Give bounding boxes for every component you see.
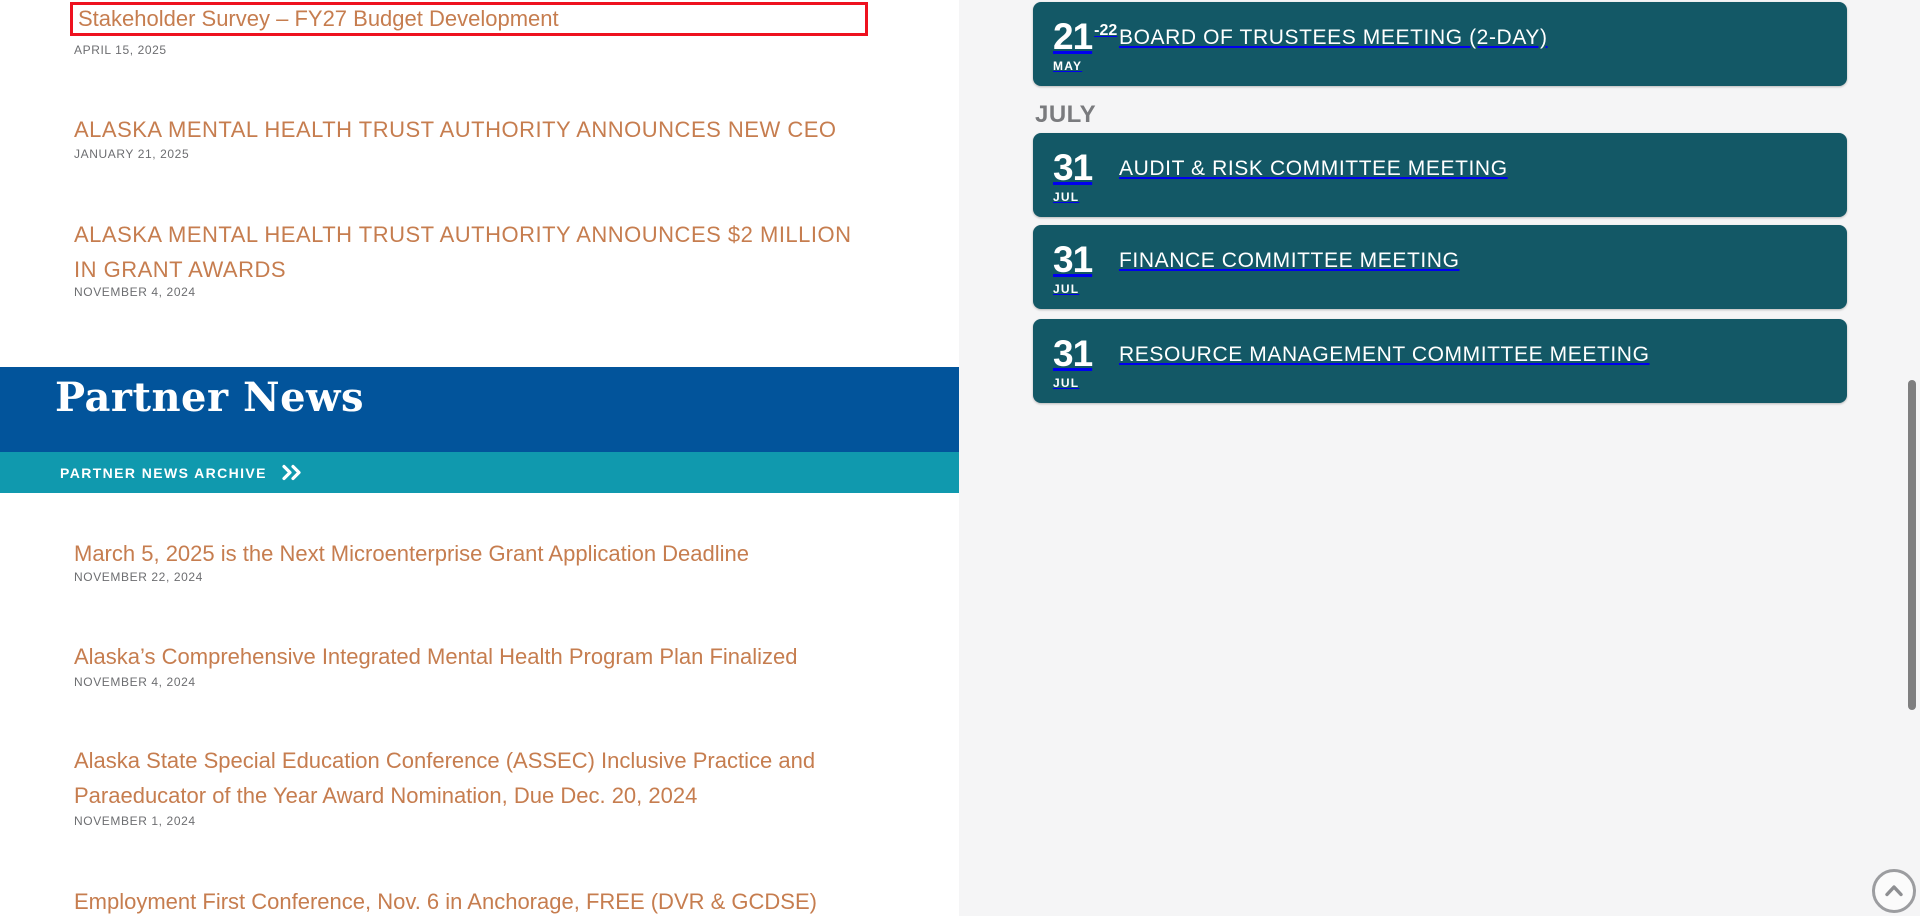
event-day: 31 [1053,244,1092,275]
events-month-heading: JULY [1035,101,1096,129]
trust-news-link-1[interactable]: ALASKA MENTAL HEALTH TRUST AUTHORITY ANN… [74,112,884,147]
event-month: JUL [1053,282,1105,296]
event-title: FINANCE COMMITTEE MEETING [1119,249,1460,273]
page: Stakeholder Survey – FY27 Budget Develop… [0,0,1920,916]
event-card-finance-committee[interactable]: 31 JUL FINANCE COMMITTEE MEETING [1033,225,1847,309]
vertical-scrollbar-thumb[interactable] [1908,380,1916,710]
event-card-resource-management-committee[interactable]: 31 JUL RESOURCE MANAGEMENT COMMITTEE MEE… [1033,319,1847,403]
event-month: JUL [1053,376,1105,390]
event-date-block: 31 JUL [1053,152,1105,204]
partner-news-banner: Partner News [0,367,959,452]
event-day: 31 [1053,152,1092,183]
partner-news-archive-link[interactable]: PARTNER NEWS ARCHIVE [0,452,959,493]
trust-news-date-2: NOVEMBER 4, 2024 [74,285,196,299]
partner-news-date-2: NOVEMBER 1, 2024 [74,814,196,828]
event-card-board-of-trustees[interactable]: 21 -22 MAY BOARD OF TRUSTEES MEETING (2-… [1033,2,1847,86]
highlighted-link-outline: Stakeholder Survey – FY27 Budget Develop… [70,2,868,36]
event-title: BOARD OF TRUSTEES MEETING (2-DAY) [1119,26,1548,50]
partner-news-link-0[interactable]: March 5, 2025 is the Next Microenterpris… [74,536,874,571]
partner-news-date-0: NOVEMBER 22, 2024 [74,570,203,584]
partner-news-archive-label: PARTNER NEWS ARCHIVE [60,465,267,481]
chevron-up-icon [1881,878,1907,904]
trust-news-link-2[interactable]: ALASKA MENTAL HEALTH TRUST AUTHORITY ANN… [74,217,874,287]
event-month: MAY [1053,59,1105,73]
partner-news-link-1[interactable]: Alaska’s Comprehensive Integrated Mental… [74,639,874,674]
event-date-block: 31 JUL [1053,244,1105,296]
double-chevron-right-icon [281,464,303,481]
event-card-audit-risk-committee[interactable]: 31 JUL AUDIT & RISK COMMITTEE MEETING [1033,133,1847,217]
partner-news-link-3[interactable]: Employment First Conference, Nov. 6 in A… [74,884,874,916]
event-title: RESOURCE MANAGEMENT COMMITTEE MEETING [1119,343,1650,367]
partner-news-date-1: NOVEMBER 4, 2024 [74,675,196,689]
event-date-block: 21 -22 MAY [1053,21,1105,73]
partner-news-link-2[interactable]: Alaska State Special Education Conferenc… [74,743,874,813]
event-day: 31 [1053,338,1092,369]
trust-news-date-0: APRIL 15, 2025 [74,43,167,57]
event-date-block: 31 JUL [1053,338,1105,390]
event-day-end: -22 [1094,24,1117,38]
trust-news-link-0[interactable]: Stakeholder Survey – FY27 Budget Develop… [78,4,559,34]
event-day: 21 [1053,21,1092,52]
trust-news-date-1: JANUARY 21, 2025 [74,147,189,161]
event-title: AUDIT & RISK COMMITTEE MEETING [1119,157,1508,181]
partner-news-heading: Partner News [55,374,364,422]
event-month: JUL [1053,190,1105,204]
back-to-top-button[interactable] [1872,869,1916,913]
